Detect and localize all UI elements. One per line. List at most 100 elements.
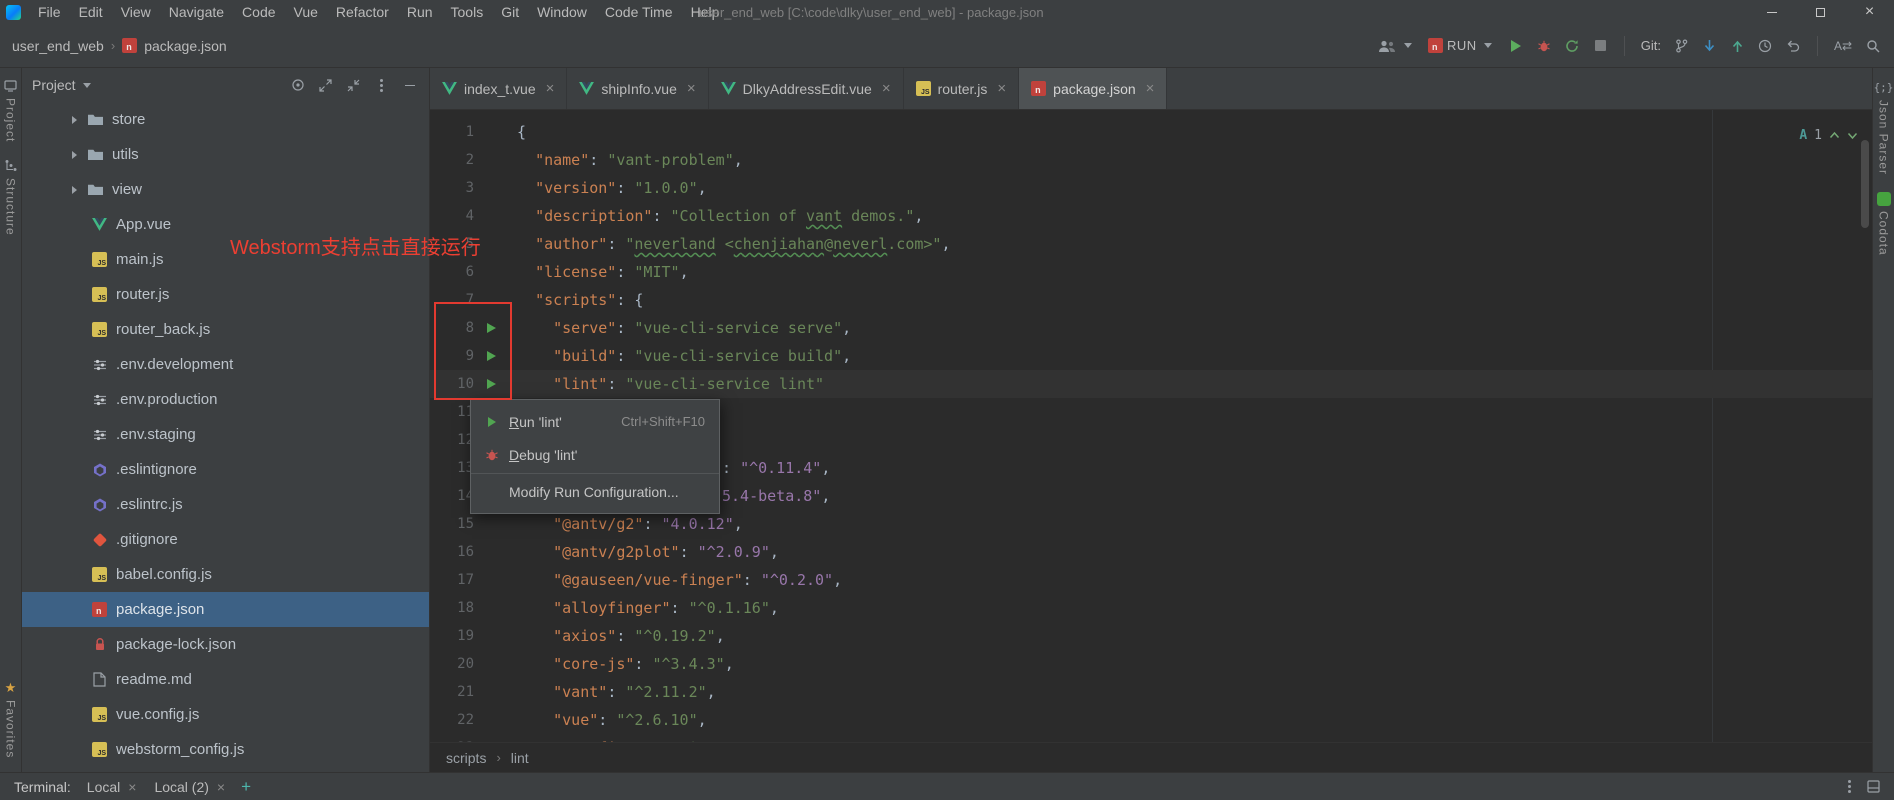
code-text[interactable]: 5.4-beta.8", [722, 482, 830, 510]
run-button[interactable] [1509, 38, 1524, 53]
menu-code[interactable]: Code [233, 0, 284, 24]
chevron-right-icon[interactable] [72, 185, 77, 194]
close-icon[interactable]: × [1146, 80, 1155, 97]
breadcrumb-item-user-end-web[interactable]: user_end_web [12, 38, 104, 54]
more-options-icon[interactable] [1848, 785, 1851, 788]
rerun-button[interactable] [1565, 38, 1580, 53]
code-text[interactable]: "alloyfinger": "^0.1.16", [517, 594, 779, 622]
history-button[interactable] [1758, 38, 1773, 53]
update-project-button[interactable] [1702, 38, 1717, 53]
tab-router-js[interactable]: router.js × [904, 68, 1020, 109]
code-text[interactable]: "vue": "^2.6.10", [517, 706, 707, 734]
translate-button[interactable]: A⇄ [1834, 38, 1852, 53]
code-text[interactable]: "@antv/g2plot": "^2.0.9", [517, 538, 779, 566]
code-text[interactable]: "name": "vant-problem", [517, 146, 743, 174]
context-menu-item-modify-run-configuration[interactable]: Modify Run Configuration... [471, 473, 719, 508]
minimize-button[interactable] [1747, 0, 1796, 24]
stop-button[interactable] [1593, 38, 1608, 53]
menu-navigate[interactable]: Navigate [160, 0, 233, 24]
maximize-button[interactable] [1796, 0, 1845, 24]
push-button[interactable] [1730, 38, 1745, 53]
tab-shipinfo-vue[interactable]: shipInfo.vue × [567, 68, 709, 109]
layout-icon[interactable] [1867, 780, 1880, 793]
chevron-right-icon[interactable] [72, 115, 77, 124]
tab-index-t-vue[interactable]: index_t.vue × [430, 68, 568, 109]
tree-item-package-lock-json[interactable]: package-lock.json [22, 627, 429, 662]
tree-item-env-production[interactable]: .env.production [22, 382, 429, 417]
code-text[interactable]: "build": "vue-cli-service build", [517, 342, 851, 370]
tree-item-view[interactable]: view [22, 172, 429, 207]
menu-git[interactable]: Git [492, 0, 528, 24]
tree-item-gitignore[interactable]: .gitignore [22, 522, 429, 557]
context-menu-item-debug-lint[interactable]: Debug 'lint' [471, 438, 719, 471]
expand-button[interactable] [318, 78, 333, 93]
code-text[interactable]: "lint": "vue-cli-service lint" [517, 370, 824, 398]
close-icon[interactable]: × [128, 779, 136, 795]
tree-item-webstorm-config-js[interactable]: webstorm_config.js [22, 732, 429, 767]
run-config-selector[interactable]: RUN [1428, 38, 1496, 53]
close-icon[interactable]: × [687, 80, 696, 97]
search-everywhere-button[interactable] [1865, 38, 1880, 53]
breadcrumb-item-package-json[interactable]: package.json [144, 38, 227, 54]
menu-file[interactable]: File [29, 0, 70, 24]
rollback-button[interactable] [1786, 38, 1801, 53]
tree-item-router-js[interactable]: router.js [22, 277, 429, 312]
close-icon[interactable]: × [217, 779, 225, 795]
code-text[interactable]: "core-js": "^3.4.3", [517, 650, 734, 678]
code-editor[interactable]: 1{2 "name": "vant-problem", 3 "version": … [430, 110, 1872, 742]
chevron-right-icon[interactable] [72, 150, 77, 159]
collaborators-button[interactable] [1378, 38, 1415, 53]
debug-button[interactable] [1537, 38, 1552, 53]
project-panel-title[interactable]: Project [32, 77, 76, 93]
close-icon[interactable]: × [882, 80, 891, 97]
code-text[interactable]: "version": "1.0.0", [517, 174, 707, 202]
tree-item-eslintrc-js[interactable]: .eslintrc.js [22, 487, 429, 522]
breadcrumb-item-lint[interactable]: lint [511, 750, 529, 766]
tree-item-router-back-js[interactable]: router_back.js [22, 312, 429, 347]
code-text[interactable]: "scripts": { [517, 286, 643, 314]
menu-code-time[interactable]: Code Time [596, 0, 682, 24]
code-text[interactable]: "vue-finger": "^0.1.0" [517, 734, 752, 742]
tree-item-package-json[interactable]: package.json [22, 592, 429, 627]
close-button[interactable]: × [1845, 0, 1894, 24]
git-branch-button[interactable] [1674, 38, 1689, 53]
close-icon[interactable]: × [997, 80, 1006, 97]
code-text[interactable]: : "^0.11.4", [722, 454, 830, 482]
code-text[interactable]: "axios": "^0.19.2", [517, 622, 725, 650]
tree-item-utils[interactable]: utils [22, 137, 429, 172]
code-text[interactable]: "@antv/g2": "4.0.12", [517, 510, 743, 538]
tool-window-button-project[interactable]: Project [3, 78, 18, 142]
panel-options-button[interactable] [374, 78, 389, 93]
locate-button[interactable] [290, 78, 305, 93]
tab-dlkyaddressedit-vue[interactable]: DlkyAddressEdit.vue × [709, 68, 904, 109]
tree-item-env-staging[interactable]: .env.staging [22, 417, 429, 452]
tool-window-button-json-parser[interactable]: {;} Json Parser [1874, 80, 1894, 175]
tree-item-readme-md[interactable]: readme.md [22, 662, 429, 697]
terminal-tab-local[interactable]: Local × [87, 779, 137, 795]
menu-tools[interactable]: Tools [442, 0, 493, 24]
tool-window-button-favorites[interactable]: ★ Favorites [3, 680, 18, 758]
tree-item-eslintignore[interactable]: .eslintignore [22, 452, 429, 487]
breadcrumb-item-scripts[interactable]: scripts [446, 750, 486, 766]
code-text[interactable]: "license": "MIT", [517, 258, 689, 286]
prev-issue-icon[interactable] [1829, 130, 1840, 141]
collapse-button[interactable] [346, 78, 361, 93]
context-menu-item-run-lint[interactable]: Run 'lint' Ctrl+Shift+F10 [471, 405, 719, 438]
code-text[interactable]: { [517, 118, 526, 146]
tool-window-button-codota[interactable]: Codota [1876, 191, 1891, 256]
code-text[interactable]: "@gauseen/vue-finger": "^0.2.0", [517, 566, 842, 594]
next-issue-icon[interactable] [1847, 130, 1858, 141]
terminal-tab-local-2[interactable]: Local (2) × [154, 779, 225, 795]
tool-window-button-structure[interactable]: Structure [3, 158, 18, 236]
tree-item-env-development[interactable]: .env.development [22, 347, 429, 382]
menu-vue[interactable]: Vue [285, 0, 327, 24]
tree-item-store[interactable]: store [22, 102, 429, 137]
tree-item-babel-config-js[interactable]: babel.config.js [22, 557, 429, 592]
editor-scrollbar[interactable] [1861, 140, 1869, 228]
new-terminal-tab-button[interactable]: + [241, 778, 251, 795]
menu-refactor[interactable]: Refactor [327, 0, 398, 24]
tab-package-json[interactable]: package.json × [1019, 68, 1168, 109]
menu-view[interactable]: View [112, 0, 160, 24]
tree-item-vue-config-js[interactable]: vue.config.js [22, 697, 429, 732]
close-icon[interactable]: × [546, 80, 555, 97]
